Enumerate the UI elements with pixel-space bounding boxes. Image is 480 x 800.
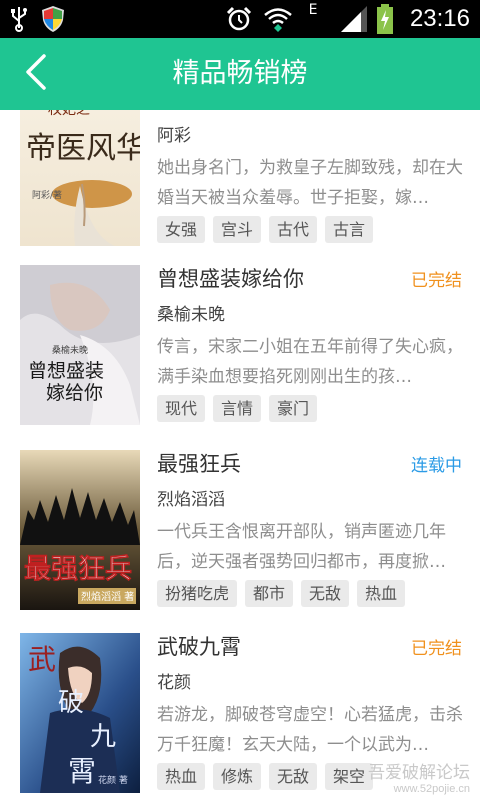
book-cover: 曾想盛装 嫁给你 桑榆未晚 [20,265,140,425]
book-tag[interactable]: 架空 [325,763,374,790]
cover-title-text-2: 嫁给你 [46,382,103,404]
book-list[interactable]: 帝医风华 权妃之 阿彩/著 阿彩 她出身名门，为救皇子左脚致残，却在大婚当天被当… [0,110,480,800]
book-tags: 热血 修炼 无敌 架空 [157,763,374,790]
book-tags: 女强 宫斗 古代 古言 [157,216,374,243]
status-time: 23:16 [409,5,470,32]
book-title[interactable]: 最强狂兵 [157,450,241,478]
book-tag[interactable]: 豪门 [269,395,318,422]
book-tag[interactable]: 无敌 [269,763,318,790]
watermark: 吾爱破解论坛 www.52pojie.cn [368,763,470,796]
cover-title-text: 最强狂兵 [24,554,132,585]
wifi-icon [262,5,294,33]
book-description: 一代兵王含恨离开部队，销声匿迹几年后，逆天强者强势回归都市，再度掀… [157,522,446,572]
book-status: 已完结 [411,639,462,659]
cover-author-text: 阿彩/著 [32,189,62,201]
book-tag[interactable]: 扮猪吃虎 [157,580,238,607]
cover-title-char-2: 破 [58,688,84,718]
network-type-label: E [308,2,318,18]
book-author: 阿彩 [157,126,191,146]
book-tag[interactable]: 热血 [357,580,406,607]
status-bar: E 23:16 [0,0,480,38]
cover-top-text: 桑榆未晚 [52,344,88,356]
book-tag[interactable]: 现代 [157,395,206,422]
book-cover: 最强狂兵 烈焰滔滔 著 [20,450,140,610]
back-button[interactable] [10,46,62,102]
book-description: 她出身名门，为救皇子左脚致残，却在大婚当天被当众羞辱。世子拒娶，嫁… [157,158,463,208]
book-tag[interactable]: 无敌 [301,580,350,607]
book-title[interactable]: 曾想盛装嫁给你 [157,265,304,293]
book-tags: 现代 言情 豪门 [157,395,318,422]
cover-top-text: 权妃之 [48,110,90,118]
chevron-left-icon [25,54,47,94]
book-tags: 扮猪吃虎 都市 无敌 热血 [157,580,406,607]
app-bar: 精品畅销榜 [0,38,480,110]
book-status: 连载中 [411,456,462,476]
book-item[interactable]: 最强狂兵 烈焰滔滔 著 最强狂兵 连载中 烈焰滔滔 一代兵王含恨离开部队，销声匿… [0,450,480,615]
cover-title-text: 曾想盛装 [28,360,104,382]
book-tag[interactable]: 都市 [245,580,294,607]
book-status: 已完结 [411,271,462,291]
book-tag[interactable]: 宫斗 [213,216,262,243]
cover-title-char-3: 九 [90,722,116,752]
cover-title-text: 帝医风华 [26,131,140,166]
usb-icon [8,5,30,33]
cover-title-char-1: 武 [28,643,56,676]
signal-icon [338,5,370,33]
cover-author-text: 花颜 著 [98,774,128,786]
battery-charging-icon [374,4,396,34]
shield-icon [40,5,66,33]
book-tag[interactable]: 热血 [157,763,206,790]
page-title: 精品畅销榜 [172,58,308,89]
watermark-line-2: www.52pojie.cn [393,783,470,795]
book-tag[interactable]: 修炼 [213,763,262,790]
book-author: 桑榆未晚 [157,305,225,325]
book-author: 花颜 [157,673,191,693]
alarm-icon [225,5,253,33]
book-description: 若游龙，脚破苍穹虚空！心若猛虎，击杀万千狂魔！玄天大陆，一个以武为… [157,705,463,755]
book-item[interactable]: 曾想盛装 嫁给你 桑榆未晚 曾想盛装嫁给你 已完结 桑榆未晚 传言，宋家二小姐在… [0,265,480,430]
book-title[interactable]: 武破九霄 [157,633,241,661]
book-item[interactable]: 帝医风华 权妃之 阿彩/著 阿彩 她出身名门，为救皇子左脚致残，却在大婚当天被当… [0,110,480,251]
book-description: 传言，宋家二小姐在五年前得了失心疯，满手染血想要掐死刚刚出生的孩… [157,337,463,387]
watermark-line-1: 吾爱破解论坛 [368,763,470,782]
book-tag[interactable]: 言情 [213,395,262,422]
book-tag[interactable]: 女强 [157,216,206,243]
book-cover: 帝医风华 权妃之 阿彩/著 [20,110,140,246]
cover-author-text: 烈焰滔滔 著 [81,590,134,603]
book-tag[interactable]: 古言 [325,216,374,243]
book-tag[interactable]: 古代 [269,216,318,243]
cover-title-char-4: 霄 [68,755,96,788]
book-cover: 武 破 九 霄 花颜 著 [20,633,140,793]
book-author: 烈焰滔滔 [157,490,225,510]
